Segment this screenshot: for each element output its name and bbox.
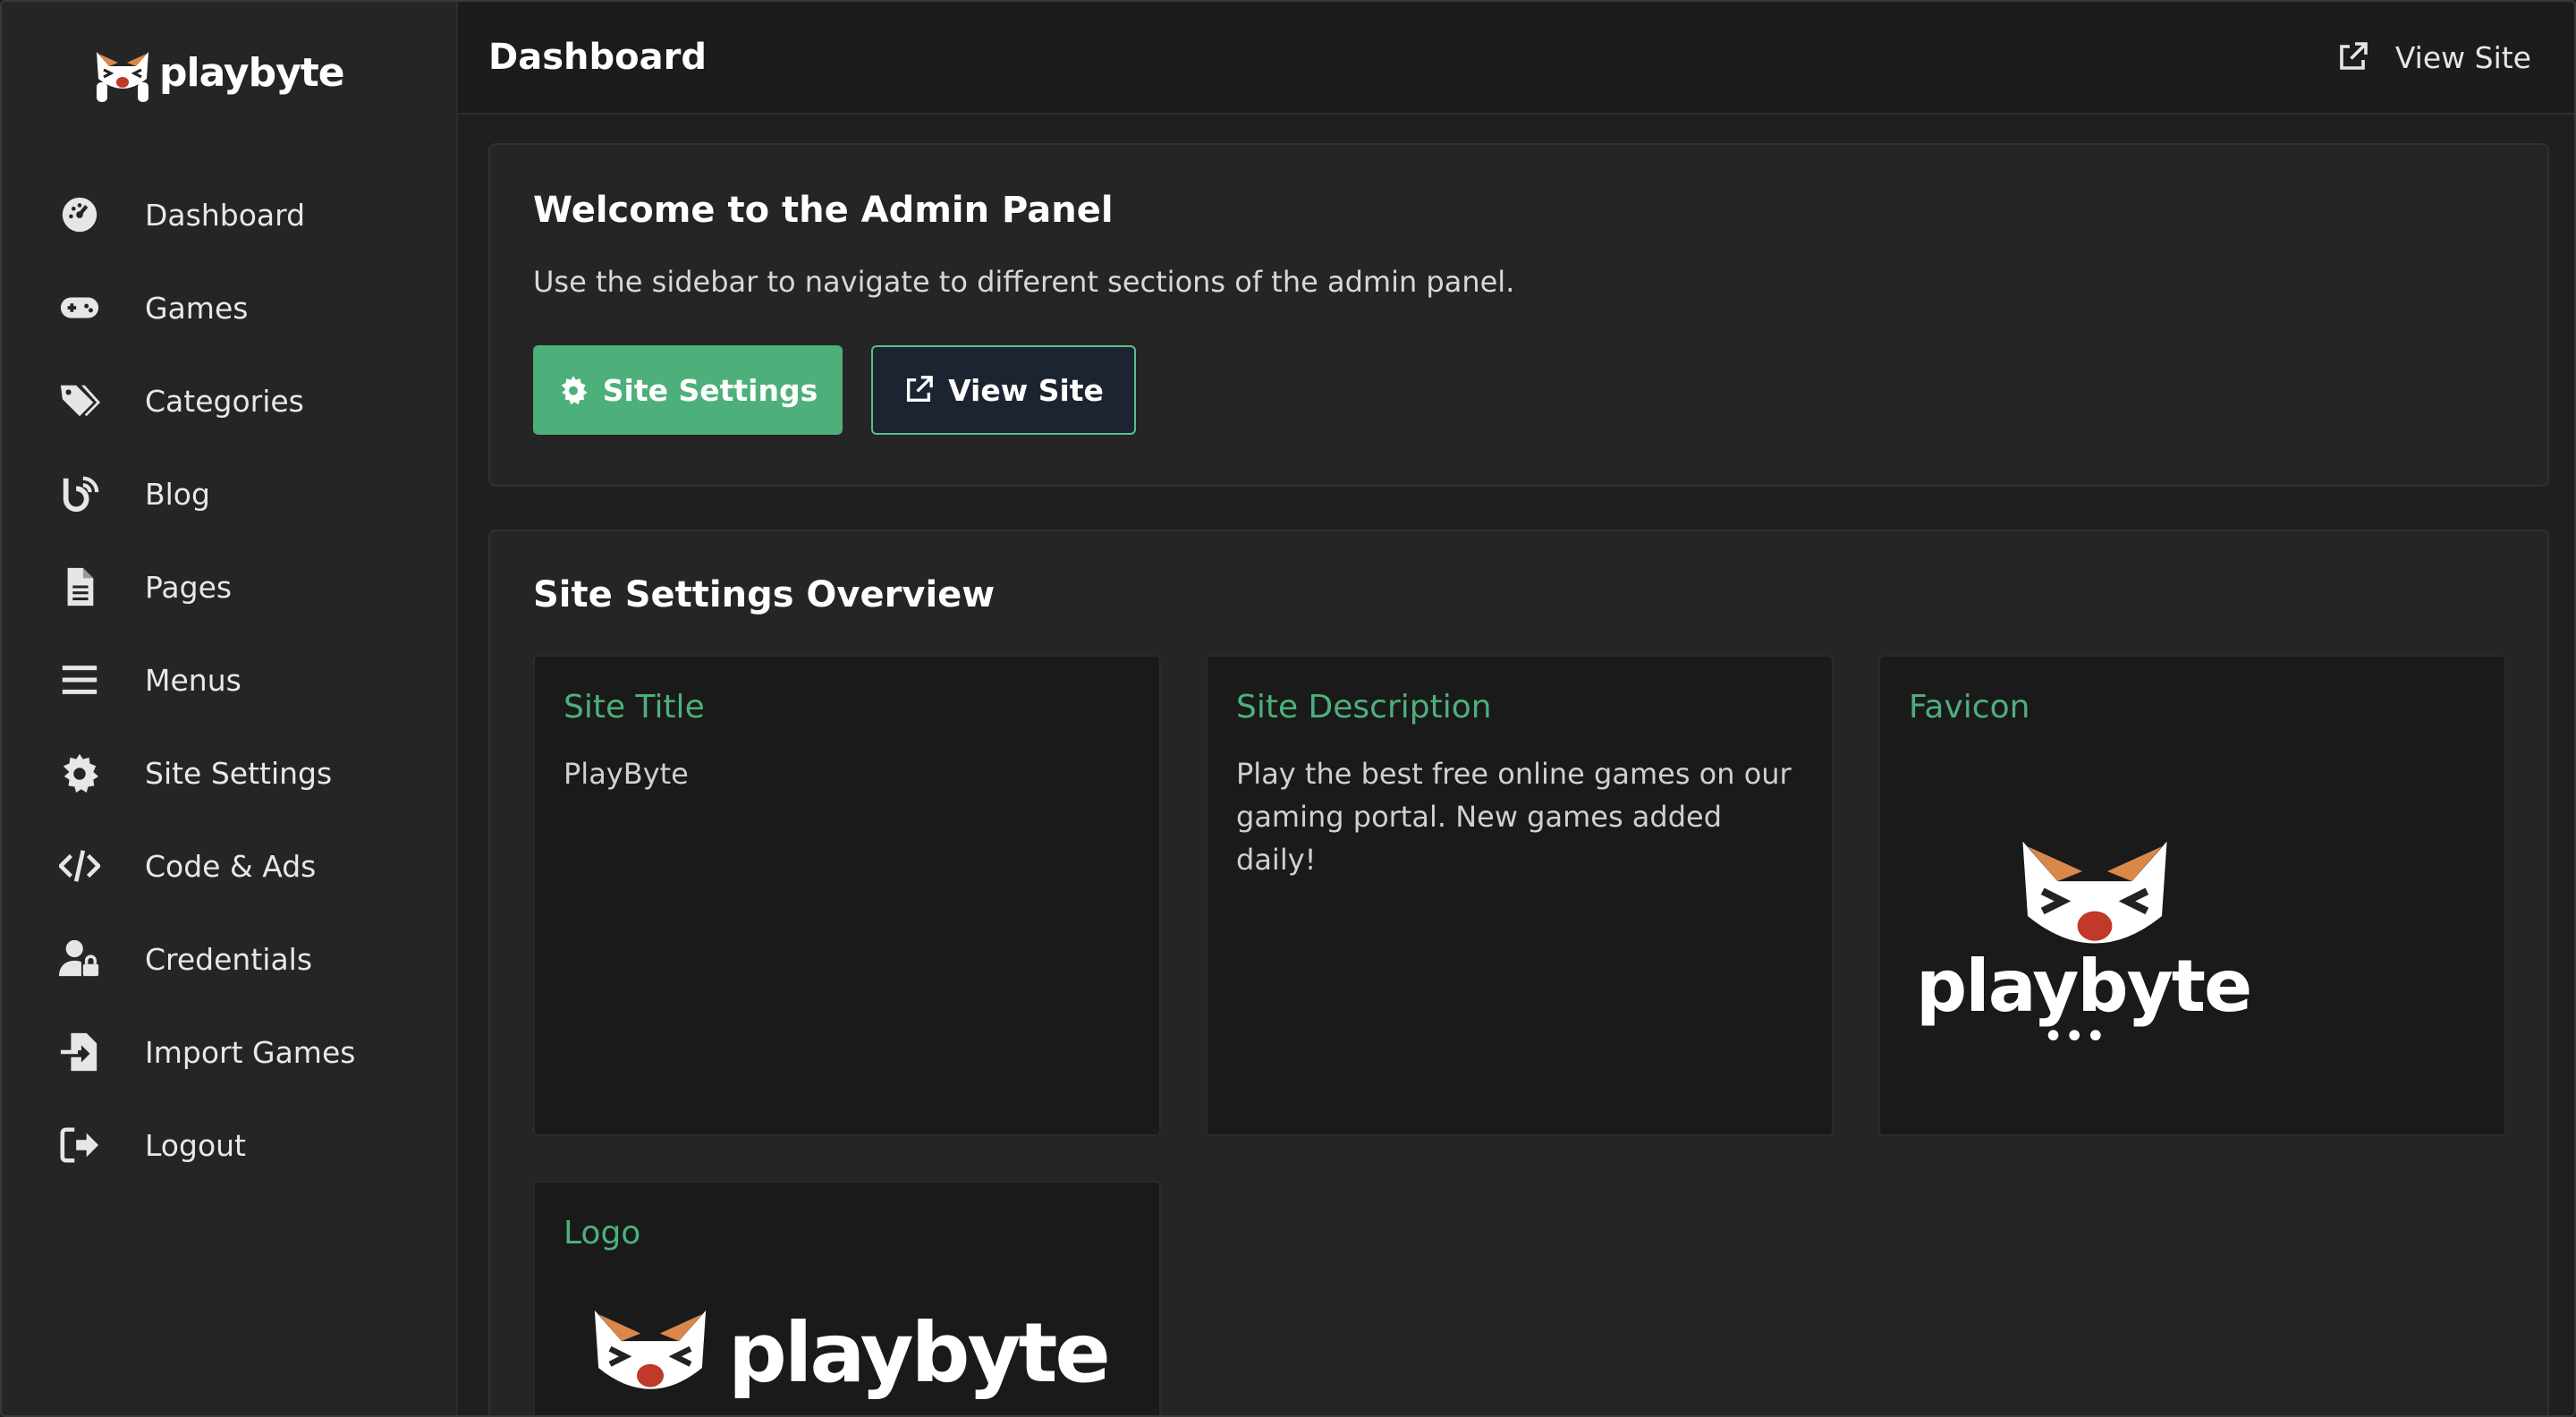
site-settings-button[interactable]: Site Settings	[533, 345, 843, 435]
logo-image: playbyte	[583, 1299, 1111, 1406]
sidebar-item-label: Import Games	[145, 1034, 356, 1070]
ellipsis-icon: •••	[2042, 1016, 2106, 1057]
sidebar-item-logout[interactable]: Logout	[2, 1099, 456, 1192]
cat-mascot-icon	[594, 1310, 707, 1389]
gear-icon	[57, 751, 102, 795]
site-settings-button-label: Site Settings	[602, 372, 818, 408]
sidebar-item-label: Categories	[145, 383, 304, 419]
code-icon	[57, 844, 102, 888]
site-title-tile: Site Title PlayByte	[533, 655, 1161, 1136]
site-description-value: Play the best free online games on our g…	[1236, 757, 1792, 877]
admin-window: playbyte Dashboard Games Categories Blog…	[0, 0, 2576, 1417]
page-title: Dashboard	[488, 37, 707, 78]
tags-icon	[57, 378, 102, 423]
site-description-tile: Site Description Play the best free onli…	[1206, 655, 1834, 1136]
view-site-button-label: View Site	[948, 372, 1104, 408]
sidebar-item-site-settings[interactable]: Site Settings	[2, 726, 456, 819]
sidebar-item-menus[interactable]: Menus	[2, 633, 456, 726]
site-title-value: PlayByte	[564, 757, 689, 791]
favicon-image: playbyte •••	[1916, 827, 2252, 1055]
sidebar: playbyte Dashboard Games Categories Blog…	[2, 2, 458, 1415]
sidebar-item-dashboard[interactable]: Dashboard	[2, 168, 456, 261]
user-lock-icon	[57, 937, 102, 981]
bars-icon	[57, 658, 102, 702]
sidebar-item-blog[interactable]: Blog	[2, 447, 456, 540]
logo-label: Logo	[564, 1215, 641, 1252]
sidebar-item-label: Credentials	[145, 941, 313, 977]
sidebar-item-code-ads[interactable]: Code & Ads	[2, 819, 456, 912]
logo-wordmark: playbyte	[728, 1304, 1111, 1401]
sidebar-item-label: Menus	[145, 662, 242, 698]
welcome-title: Welcome to the Admin Panel	[533, 190, 1114, 231]
sign-out-icon	[57, 1123, 102, 1167]
file-import-icon	[57, 1030, 102, 1074]
sidebar-item-pages[interactable]: Pages	[2, 540, 456, 633]
favicon-label: Favicon	[1909, 689, 2030, 725]
gamepad-icon	[57, 285, 102, 330]
sidebar-item-credentials[interactable]: Credentials	[2, 912, 456, 1005]
top-bar: Dashboard View Site	[458, 2, 2574, 115]
sidebar-item-label: Blog	[145, 476, 210, 512]
file-icon	[57, 564, 102, 609]
main-content: Dashboard View Site Welcome to the Admin…	[458, 2, 2574, 1415]
site-settings-overview: Site Settings Overview Site Title PlayBy…	[488, 530, 2549, 1415]
overview-title: Site Settings Overview	[533, 574, 996, 615]
external-link-icon	[2340, 42, 2368, 70]
sidebar-item-games[interactable]: Games	[2, 261, 456, 354]
sidebar-item-label: Logout	[145, 1127, 246, 1163]
welcome-actions: Site Settings View Site	[533, 345, 2504, 435]
external-link-icon	[907, 376, 933, 403]
sidebar-item-label: Pages	[145, 569, 233, 605]
sidebar-item-label: Games	[145, 290, 249, 326]
site-description-label: Site Description	[1236, 689, 1492, 725]
blog-icon	[57, 471, 102, 516]
gear-icon	[561, 376, 588, 405]
brand-logo[interactable]: playbyte	[91, 39, 377, 106]
site-title-label: Site Title	[564, 689, 705, 725]
favicon-tile: Favicon playbyte •••	[1878, 655, 2506, 1136]
welcome-description: Use the sidebar to navigate to different…	[533, 265, 1515, 299]
sidebar-item-label: Code & Ads	[145, 848, 317, 884]
cat-mascot-icon	[2022, 841, 2167, 944]
sidebar-item-categories[interactable]: Categories	[2, 354, 456, 447]
cat-mascot-icon	[97, 52, 148, 102]
sidebar-item-label: Site Settings	[145, 755, 333, 791]
welcome-card: Welcome to the Admin Panel Use the sideb…	[488, 143, 2549, 487]
view-site-label: View Site	[2394, 39, 2531, 75]
gauge-icon	[57, 192, 102, 237]
logo-tile: Logo playbyte	[533, 1181, 1161, 1415]
view-site-link[interactable]: View Site	[2336, 40, 2531, 75]
brand-name: playbyte	[159, 49, 345, 96]
sidebar-item-label: Dashboard	[145, 197, 306, 233]
sidebar-item-import-games[interactable]: Import Games	[2, 1005, 456, 1099]
view-site-button[interactable]: View Site	[871, 345, 1136, 435]
sidebar-nav: Dashboard Games Categories Blog Pages Me…	[2, 168, 456, 1192]
